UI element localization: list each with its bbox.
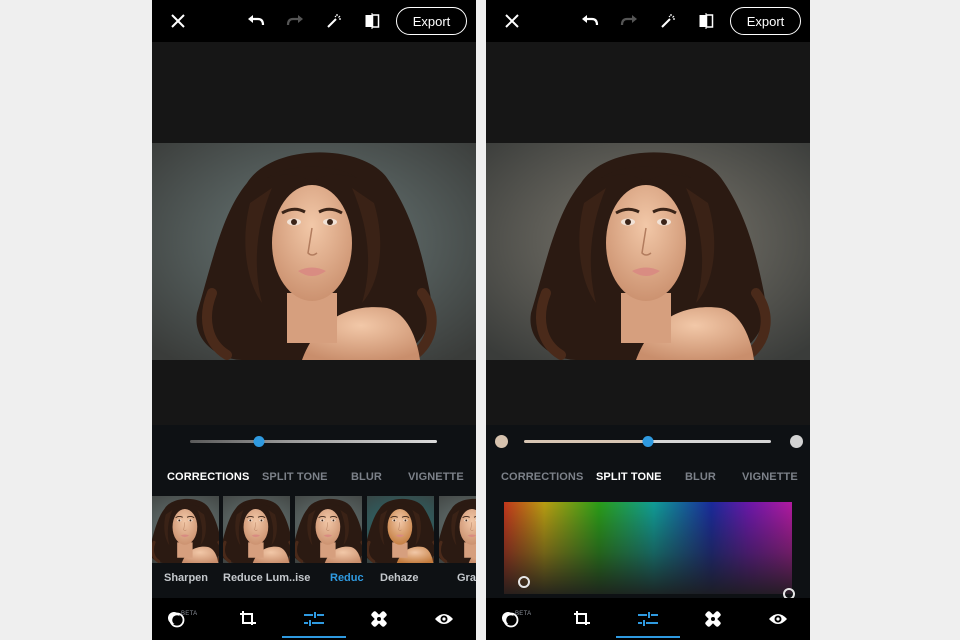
preset-reduce-color-noise[interactable]: Reduc [295, 496, 364, 584]
nav-crop[interactable] [216, 598, 280, 640]
close-icon[interactable] [166, 9, 190, 33]
preview-eye-icon [435, 614, 453, 624]
preset-label: Reduc [330, 572, 364, 584]
redo-icon[interactable] [617, 9, 641, 33]
export-button[interactable]: Export [730, 7, 801, 35]
phone-screen-split-tone: Export CORRECTIONS SPLIT TONE BLUR VIGNE… [486, 0, 810, 640]
redo-icon[interactable] [283, 9, 307, 33]
edited-photo [486, 143, 810, 360]
bottom-tool-nav: BETA [152, 598, 476, 640]
image-canvas [152, 42, 476, 425]
crop-icon [240, 611, 256, 625]
nav-looks[interactable]: BETA [486, 598, 542, 640]
preset-sharpen[interactable]: Sharpen [152, 496, 219, 584]
tab-corrections[interactable]: CORRECTIONS [501, 471, 583, 483]
nav-preview[interactable] [412, 598, 476, 640]
preset-label: Reduce Lum..ise [223, 572, 311, 584]
tab-blur[interactable]: BLUR [351, 471, 382, 483]
portrait-image [367, 496, 434, 563]
preset-strip: Sharpen Reduce Lum..ise Reduc Dehaze Gra [152, 496, 476, 593]
tab-corrections[interactable]: CORRECTIONS [167, 471, 249, 483]
slider-thumb[interactable] [253, 436, 265, 447]
edit-panel: CORRECTIONS SPLIT TONE BLUR VIGNETTE [152, 425, 476, 598]
slider-thumb[interactable] [642, 436, 653, 447]
nav-adjustments[interactable] [616, 598, 680, 640]
adjustment-slider[interactable] [190, 436, 437, 447]
edit-panel: CORRECTIONS SPLIT TONE BLUR VIGNETTE [486, 425, 810, 600]
portrait-image [152, 143, 476, 360]
preset-label: Dehaze [380, 572, 419, 584]
crop-icon [574, 611, 590, 625]
preset-thumbnail [367, 496, 434, 563]
phone-screen-corrections: Export CORRECTIONS SPLIT TONE BLUR VIGNE… [152, 0, 476, 640]
adjustments-icon [638, 612, 658, 626]
magic-wand-icon[interactable] [322, 9, 346, 33]
preset-thumbnail [152, 496, 219, 563]
nav-healing[interactable] [347, 598, 411, 640]
undo-icon[interactable] [578, 9, 602, 33]
highlight-tone-swatch[interactable] [790, 435, 803, 448]
split-tone-balance-slider[interactable] [524, 436, 771, 447]
preview-eye-icon [769, 614, 787, 624]
tab-blur[interactable]: BLUR [685, 471, 716, 483]
nav-looks[interactable]: BETA [152, 598, 208, 640]
panel-tabs: CORRECTIONS SPLIT TONE BLUR VIGNETTE [486, 471, 810, 485]
beta-badge: BETA [515, 611, 532, 617]
tab-split-tone[interactable]: SPLIT TONE [262, 471, 328, 483]
top-toolbar: Export [152, 0, 476, 42]
preset-label: Gra [457, 572, 476, 584]
preset-dehaze[interactable]: Dehaze [367, 496, 434, 584]
nav-preview[interactable] [746, 598, 810, 640]
export-button[interactable]: Export [396, 7, 467, 35]
magic-wand-icon[interactable] [656, 9, 680, 33]
tab-vignette[interactable]: VIGNETTE [408, 471, 464, 483]
shadow-tone-swatch[interactable] [495, 435, 508, 448]
nav-healing[interactable] [681, 598, 745, 640]
healing-icon [371, 611, 387, 627]
image-canvas [486, 42, 810, 425]
portrait-image [295, 496, 362, 563]
tab-vignette[interactable]: VIGNETTE [742, 471, 798, 483]
close-icon[interactable] [500, 9, 524, 33]
top-toolbar: Export [486, 0, 810, 42]
edited-photo [152, 143, 476, 360]
shadows-color-handle[interactable] [518, 576, 531, 589]
tab-split-tone[interactable]: SPLIT TONE [596, 471, 662, 483]
compare-icon[interactable] [360, 9, 384, 33]
portrait-image [223, 496, 290, 563]
preset-reduce-luminance-noise[interactable]: Reduce Lum..ise [223, 496, 310, 584]
undo-icon[interactable] [244, 9, 268, 33]
healing-icon [705, 611, 721, 627]
beta-badge: BETA [181, 611, 198, 617]
preset-thumbnail [295, 496, 362, 563]
compare-icon[interactable] [694, 9, 718, 33]
preset-thumbnail [223, 496, 290, 563]
preset-thumbnail [439, 496, 476, 563]
nav-crop[interactable] [550, 598, 614, 640]
hue-saturation-picker[interactable] [504, 502, 796, 600]
portrait-image [152, 496, 219, 563]
portrait-image [439, 496, 476, 563]
preset-label: Sharpen [164, 572, 209, 584]
adjustments-icon [304, 612, 324, 626]
panel-tabs: CORRECTIONS SPLIT TONE BLUR VIGNETTE [152, 471, 476, 485]
nav-adjustments[interactable] [282, 598, 346, 640]
portrait-image [486, 143, 810, 360]
bottom-tool-nav: BETA [486, 598, 810, 640]
preset-grain[interactable]: Gra [439, 496, 476, 584]
